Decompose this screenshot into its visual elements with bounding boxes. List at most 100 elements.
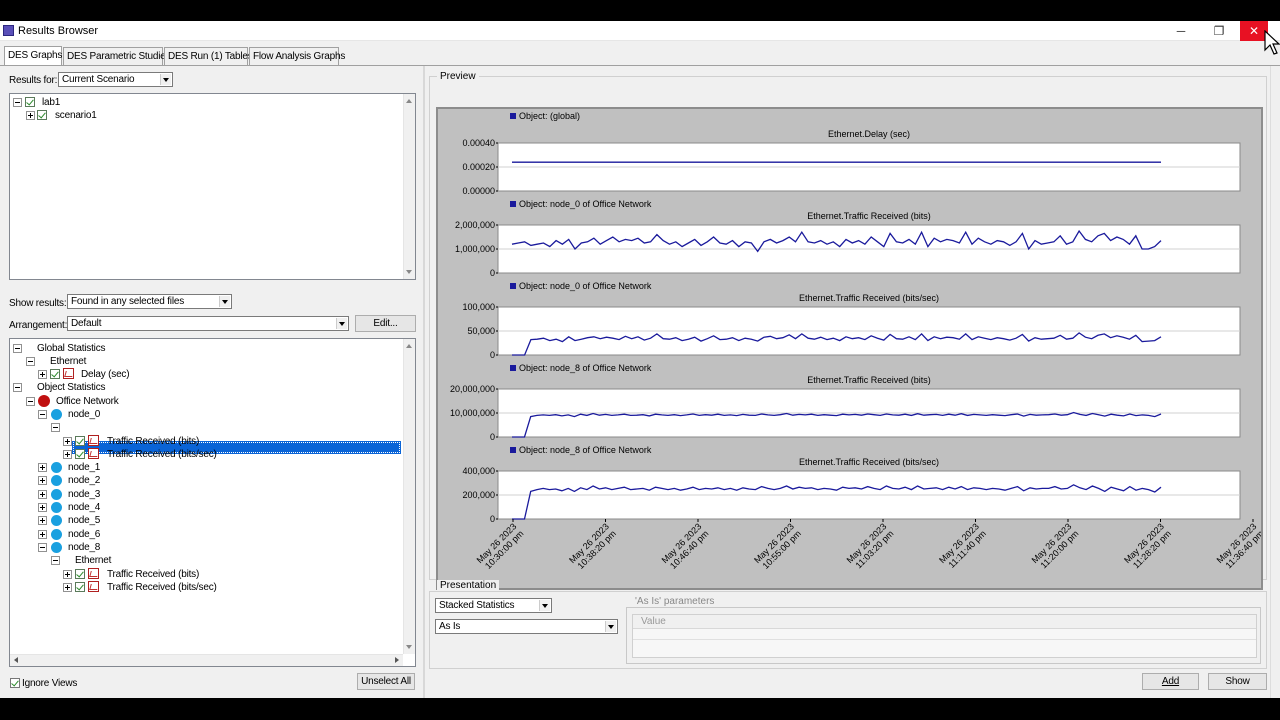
tree-item-office-network[interactable]: Office Network [56, 395, 119, 408]
vertical-scrollbar[interactable] [403, 339, 415, 654]
edit-button[interactable]: Edit... [355, 315, 416, 332]
file-tree-panel[interactable]: lab1 scenario1 [9, 93, 416, 280]
chevron-down-icon [539, 600, 550, 611]
outer-scrollbar[interactable] [1270, 66, 1280, 698]
expand-icon[interactable] [38, 530, 47, 539]
tree-item-global-ethernet[interactable]: Ethernet [50, 355, 86, 368]
scroll-up-icon[interactable] [404, 95, 415, 106]
node-icon [51, 475, 62, 486]
graph-icon [88, 435, 99, 446]
presentation-mode-value: Stacked Statistics [439, 600, 515, 611]
expand-icon[interactable] [63, 437, 72, 446]
tree-item-node-0[interactable]: node_0 [68, 408, 100, 421]
collapse-icon[interactable] [38, 410, 47, 419]
scroll-right-icon[interactable] [391, 655, 402, 666]
presentation-filter-value: As Is [439, 621, 461, 632]
splitter[interactable] [423, 66, 425, 698]
tree-item-node-4[interactable]: node_4 [68, 501, 100, 514]
collapse-icon[interactable] [51, 423, 60, 432]
scroll-down-icon[interactable] [404, 267, 415, 278]
node-icon [51, 529, 62, 540]
collapse-icon[interactable] [38, 543, 47, 552]
tab-flow-analysis-graphs[interactable]: Flow Analysis Graphs [249, 47, 345, 65]
show-results-select[interactable]: Found in any selected files [67, 294, 232, 309]
tree-item-node-1[interactable]: node_1 [68, 461, 100, 474]
collapse-icon[interactable] [51, 556, 60, 565]
expand-icon[interactable] [26, 111, 35, 120]
tree-item-delay[interactable]: Delay (sec) [81, 368, 130, 381]
arrangement-select[interactable]: Default [67, 316, 349, 331]
legend-marker [510, 201, 516, 207]
chart-title: Ethernet.Traffic Received (bits/sec) [799, 457, 939, 467]
tree-item-node-2[interactable]: node_2 [68, 474, 100, 487]
checkbox-node8-traffic-bits[interactable] [75, 569, 85, 579]
tree-item-node-0-ethernet[interactable]: Ethernet [75, 421, 111, 434]
legend-marker [510, 447, 516, 453]
presentation-filter-select[interactable]: As Is [435, 619, 618, 634]
expand-icon[interactable] [38, 463, 47, 472]
expand-icon[interactable] [38, 370, 47, 379]
ignore-views-checkbox[interactable] [10, 678, 20, 688]
y-tick-label: 400,000 [462, 466, 495, 476]
title-bar[interactable]: Results Browser ─ ❐ ✕ [0, 21, 1280, 41]
network-icon [38, 395, 50, 407]
expand-icon[interactable] [38, 503, 47, 512]
x-tick-label: May 26 202311:20:00 pm [1030, 521, 1081, 572]
statistics-tree-panel[interactable]: Global Statistics Ethernet Delay (sec) O… [9, 338, 416, 667]
collapse-icon[interactable] [13, 344, 22, 353]
expand-icon[interactable] [63, 570, 72, 579]
node-icon [51, 462, 62, 473]
expand-icon[interactable] [63, 583, 72, 592]
collapse-icon[interactable] [13, 98, 22, 107]
tree-item-node-5[interactable]: node_5 [68, 514, 100, 527]
checkbox-node8-traffic-bits-sec[interactable] [75, 582, 85, 592]
y-tick-label: 0 [490, 350, 495, 360]
tab-des-parametric-studies[interactable]: DES Parametric Studies [63, 47, 171, 65]
collapse-icon[interactable] [26, 357, 35, 366]
x-tick-label: May 26 202311:28:20 pm [1122, 521, 1173, 572]
add-button[interactable]: Add [1142, 673, 1199, 690]
tree-item-node-8-ethernet[interactable]: Ethernet [75, 554, 111, 567]
expand-icon[interactable] [63, 450, 72, 459]
checkbox-traffic-bits[interactable] [75, 436, 85, 446]
x-tick-label: May 26 202311:11:40 pm [937, 521, 988, 572]
scroll-up-icon[interactable] [404, 340, 415, 351]
horizontal-scrollbar[interactable] [10, 654, 403, 666]
show-button[interactable]: Show [1208, 673, 1267, 690]
presentation-mode-select[interactable]: Stacked Statistics [435, 598, 552, 613]
checkbox-delay[interactable] [50, 369, 60, 379]
collapse-icon[interactable] [26, 397, 35, 406]
tab-des-run-tables[interactable]: DES Run (1) Tables [164, 47, 253, 65]
parameters-table-header [633, 615, 1256, 629]
unselect-all-button[interactable]: Unselect All [357, 673, 415, 690]
tree-item-node-6[interactable]: node_6 [68, 528, 100, 541]
collapse-icon[interactable] [13, 383, 22, 392]
y-tick-label: 100,000 [462, 302, 495, 312]
tab-des-graphs[interactable]: DES Graphs [4, 46, 62, 66]
tree-item-node-3[interactable]: node_3 [68, 488, 100, 501]
restore-button[interactable]: ❐ [1200, 21, 1238, 41]
graph-icon [88, 568, 99, 579]
scroll-down-icon[interactable] [404, 642, 415, 653]
results-for-value: Current Scenario [62, 74, 135, 85]
tree-item-node8-traffic-bits[interactable]: Traffic Received (bits) [107, 568, 199, 581]
checkbox-traffic-bits-sec[interactable] [75, 449, 85, 459]
tree-item-scenario1[interactable]: scenario1 [55, 109, 97, 122]
tree-item-global-statistics[interactable]: Global Statistics [37, 342, 105, 355]
scroll-left-icon[interactable] [11, 655, 22, 666]
vertical-scrollbar[interactable] [403, 94, 415, 279]
node-icon [51, 489, 62, 500]
tree-item-node8-traffic-bits-sec[interactable]: Traffic Received (bits/sec) [107, 581, 217, 594]
tree-item-traffic-bits[interactable]: Traffic Received (bits) [107, 435, 199, 448]
tree-item-node-8[interactable]: node_8 [68, 541, 100, 554]
expand-icon[interactable] [38, 516, 47, 525]
results-for-select[interactable]: Current Scenario [58, 72, 173, 87]
checkbox-lab1[interactable] [25, 97, 35, 107]
tree-item-object-statistics[interactable]: Object Statistics [37, 381, 105, 394]
tree-item-traffic-bits-sec[interactable]: Traffic Received (bits/sec) [107, 448, 217, 461]
expand-icon[interactable] [38, 490, 47, 499]
expand-icon[interactable] [38, 476, 47, 485]
minimize-button[interactable]: ─ [1162, 21, 1200, 41]
checkbox-scenario1[interactable] [37, 110, 47, 120]
tree-item-lab1[interactable]: lab1 [42, 96, 60, 109]
